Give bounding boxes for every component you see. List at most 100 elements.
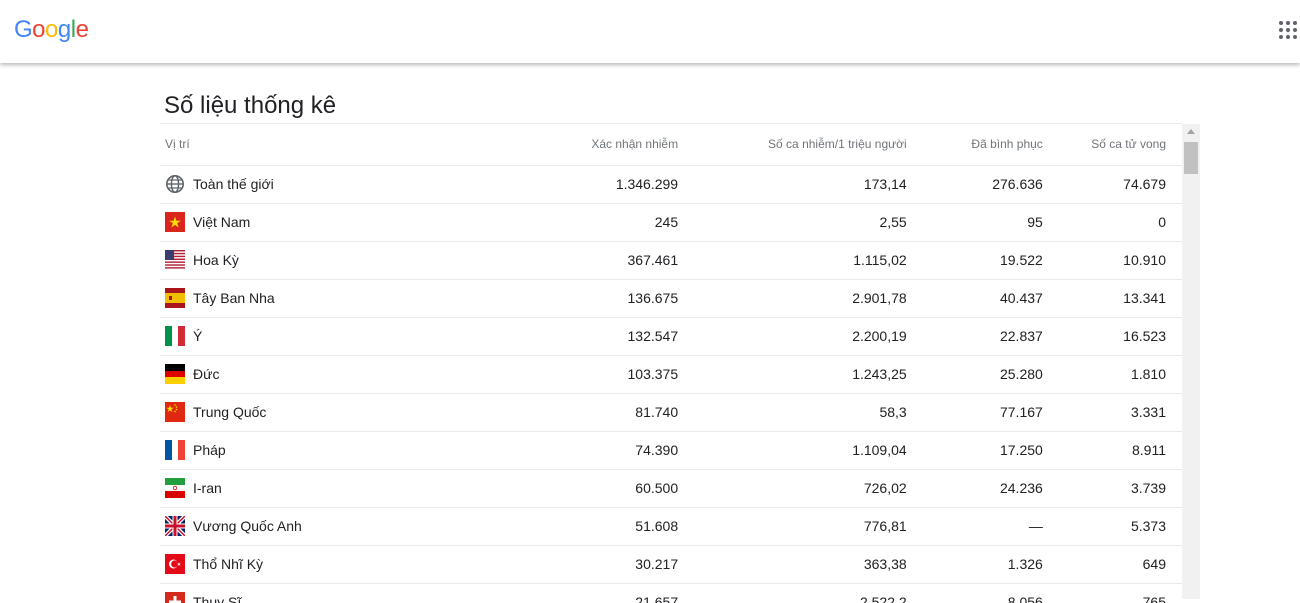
scroll-up-arrow-icon[interactable] (1187, 129, 1195, 134)
confirmed-cell: 367.461 (505, 241, 678, 279)
deaths-cell: 3.739 (1043, 469, 1182, 507)
table-row[interactable]: Việt Nam 2452,55950 (160, 203, 1182, 241)
globe-icon (165, 174, 185, 194)
location-name[interactable]: Vương Quốc Anh (193, 518, 302, 534)
confirmed-cell: 60.500 (505, 469, 678, 507)
confirmed-cell: 103.375 (505, 355, 678, 393)
location-name[interactable]: Trung Quốc (193, 404, 266, 420)
location-name[interactable]: I-ran (193, 480, 222, 496)
per-million-cell: 2.901,78 (678, 279, 907, 317)
apps-grid-icon[interactable] (1279, 21, 1297, 39)
deaths-cell: 5.373 (1043, 507, 1182, 545)
recovered-cell: 19.522 (907, 241, 1043, 279)
top-bar: Google (0, 0, 1300, 63)
statistics-table-container: Vị trí Xác nhận nhiễm Số ca nhiễm/1 triệ… (160, 123, 1182, 603)
table-row[interactable]: Tây Ban Nha 136.6752.901,7840.43713.341 (160, 279, 1182, 317)
flag-germany-icon (165, 364, 185, 384)
location-cell: Hoa Kỳ (160, 241, 505, 279)
location-cell: Trung Quốc (160, 393, 505, 431)
flag-iran-icon (165, 478, 185, 498)
deaths-cell: 3.331 (1043, 393, 1182, 431)
location-cell: Đức (160, 355, 505, 393)
per-million-cell: 173,14 (678, 165, 907, 203)
deaths-cell: 10.910 (1043, 241, 1182, 279)
google-logo[interactable]: Google (14, 16, 88, 44)
per-million-cell: 1.115,02 (678, 241, 907, 279)
per-million-cell: 1.243,25 (678, 355, 907, 393)
flag-italy-icon (165, 326, 185, 346)
location-cell: Vương Quốc Anh (160, 507, 505, 545)
location-name[interactable]: Ý (193, 328, 202, 344)
column-header-deaths[interactable]: Số ca tử vong (1043, 124, 1182, 165)
flag-turkey-icon (165, 554, 185, 574)
location-cell: Pháp (160, 431, 505, 469)
column-header-per-million[interactable]: Số ca nhiễm/1 triệu người (678, 124, 907, 165)
location-cell: I-ran (160, 469, 505, 507)
location-name[interactable]: Hoa Kỳ (193, 252, 239, 268)
flag-spain-icon (165, 288, 185, 308)
recovered-cell: 276.636 (907, 165, 1043, 203)
table-row[interactable]: Pháp74.3901.109,0417.2508.911 (160, 431, 1182, 469)
recovered-cell: 95 (907, 203, 1043, 241)
location-cell: Ý (160, 317, 505, 355)
logo-letter: G (14, 16, 32, 43)
deaths-cell: 765 (1043, 583, 1182, 603)
location-name[interactable]: Đức (193, 366, 219, 382)
location-cell: Việt Nam (160, 203, 505, 241)
scroll-thumb[interactable] (1184, 142, 1198, 174)
confirmed-cell: 30.217 (505, 545, 678, 583)
deaths-cell: 0 (1043, 203, 1182, 241)
per-million-cell: 2.200,19 (678, 317, 907, 355)
table-row[interactable]: Ý 132.5472.200,1922.83716.523 (160, 317, 1182, 355)
statistics-table: Vị trí Xác nhận nhiễm Số ca nhiễm/1 triệ… (160, 124, 1182, 603)
flag-france-icon (165, 440, 185, 460)
flag-china-icon (165, 402, 185, 422)
column-header-recovered[interactable]: Đã bình phục (907, 124, 1043, 165)
table-row[interactable]: I-ran 60.500726,0224.2363.739 (160, 469, 1182, 507)
per-million-cell: 58,3 (678, 393, 907, 431)
confirmed-cell: 245 (505, 203, 678, 241)
page-title: Số liệu thống kê (164, 92, 336, 120)
table-row[interactable]: Trung Quốc81.74058,377.1673.331 (160, 393, 1182, 431)
table-row[interactable]: Thổ Nhĩ Kỳ30.217363,381.326649 (160, 545, 1182, 583)
deaths-cell: 74.679 (1043, 165, 1182, 203)
column-header-confirmed[interactable]: Xác nhận nhiễm (505, 124, 678, 165)
deaths-cell: 16.523 (1043, 317, 1182, 355)
table-row[interactable]: Hoa Kỳ 367.4611.115,0219.52210.910 (160, 241, 1182, 279)
logo-letter: e (76, 16, 89, 43)
logo-letter: o (32, 16, 45, 43)
deaths-cell: 1.810 (1043, 355, 1182, 393)
confirmed-cell: 74.390 (505, 431, 678, 469)
confirmed-cell: 136.675 (505, 279, 678, 317)
confirmed-cell: 81.740 (505, 393, 678, 431)
table-row[interactable]: Vương Quốc Anh51.608776,81—5.373 (160, 507, 1182, 545)
per-million-cell: 726,02 (678, 469, 907, 507)
location-name[interactable]: Pháp (193, 442, 226, 458)
confirmed-cell: 21.657 (505, 583, 678, 603)
table-row[interactable]: Toàn thế giới1.346.299173,14276.63674.67… (160, 165, 1182, 203)
per-million-cell: 776,81 (678, 507, 907, 545)
table-row[interactable]: Thụy Sĩ21.6572.522,28.056765 (160, 583, 1182, 603)
recovered-cell: 24.236 (907, 469, 1043, 507)
confirmed-cell: 132.547 (505, 317, 678, 355)
table-row[interactable]: Đức 103.3751.243,2525.2801.810 (160, 355, 1182, 393)
per-million-cell: 363,38 (678, 545, 907, 583)
location-name[interactable]: Tây Ban Nha (193, 290, 275, 306)
recovered-cell: 22.837 (907, 317, 1043, 355)
location-cell: Thụy Sĩ (160, 583, 505, 603)
location-name[interactable]: Toàn thế giới (193, 176, 274, 192)
column-header-location[interactable]: Vị trí (160, 124, 505, 165)
deaths-cell: 8.911 (1043, 431, 1182, 469)
recovered-cell: 40.437 (907, 279, 1043, 317)
per-million-cell: 2,55 (678, 203, 907, 241)
deaths-cell: 13.341 (1043, 279, 1182, 317)
recovered-cell: 1.326 (907, 545, 1043, 583)
location-name[interactable]: Thổ Nhĩ Kỳ (193, 556, 263, 572)
flag-switzerland-icon (165, 592, 185, 603)
location-cell: Thổ Nhĩ Kỳ (160, 545, 505, 583)
recovered-cell: 25.280 (907, 355, 1043, 393)
location-name[interactable]: Việt Nam (193, 214, 250, 230)
flag-vietnam-icon (165, 212, 185, 232)
location-cell: Tây Ban Nha (160, 279, 505, 317)
table-scrollbar[interactable] (1182, 124, 1200, 599)
